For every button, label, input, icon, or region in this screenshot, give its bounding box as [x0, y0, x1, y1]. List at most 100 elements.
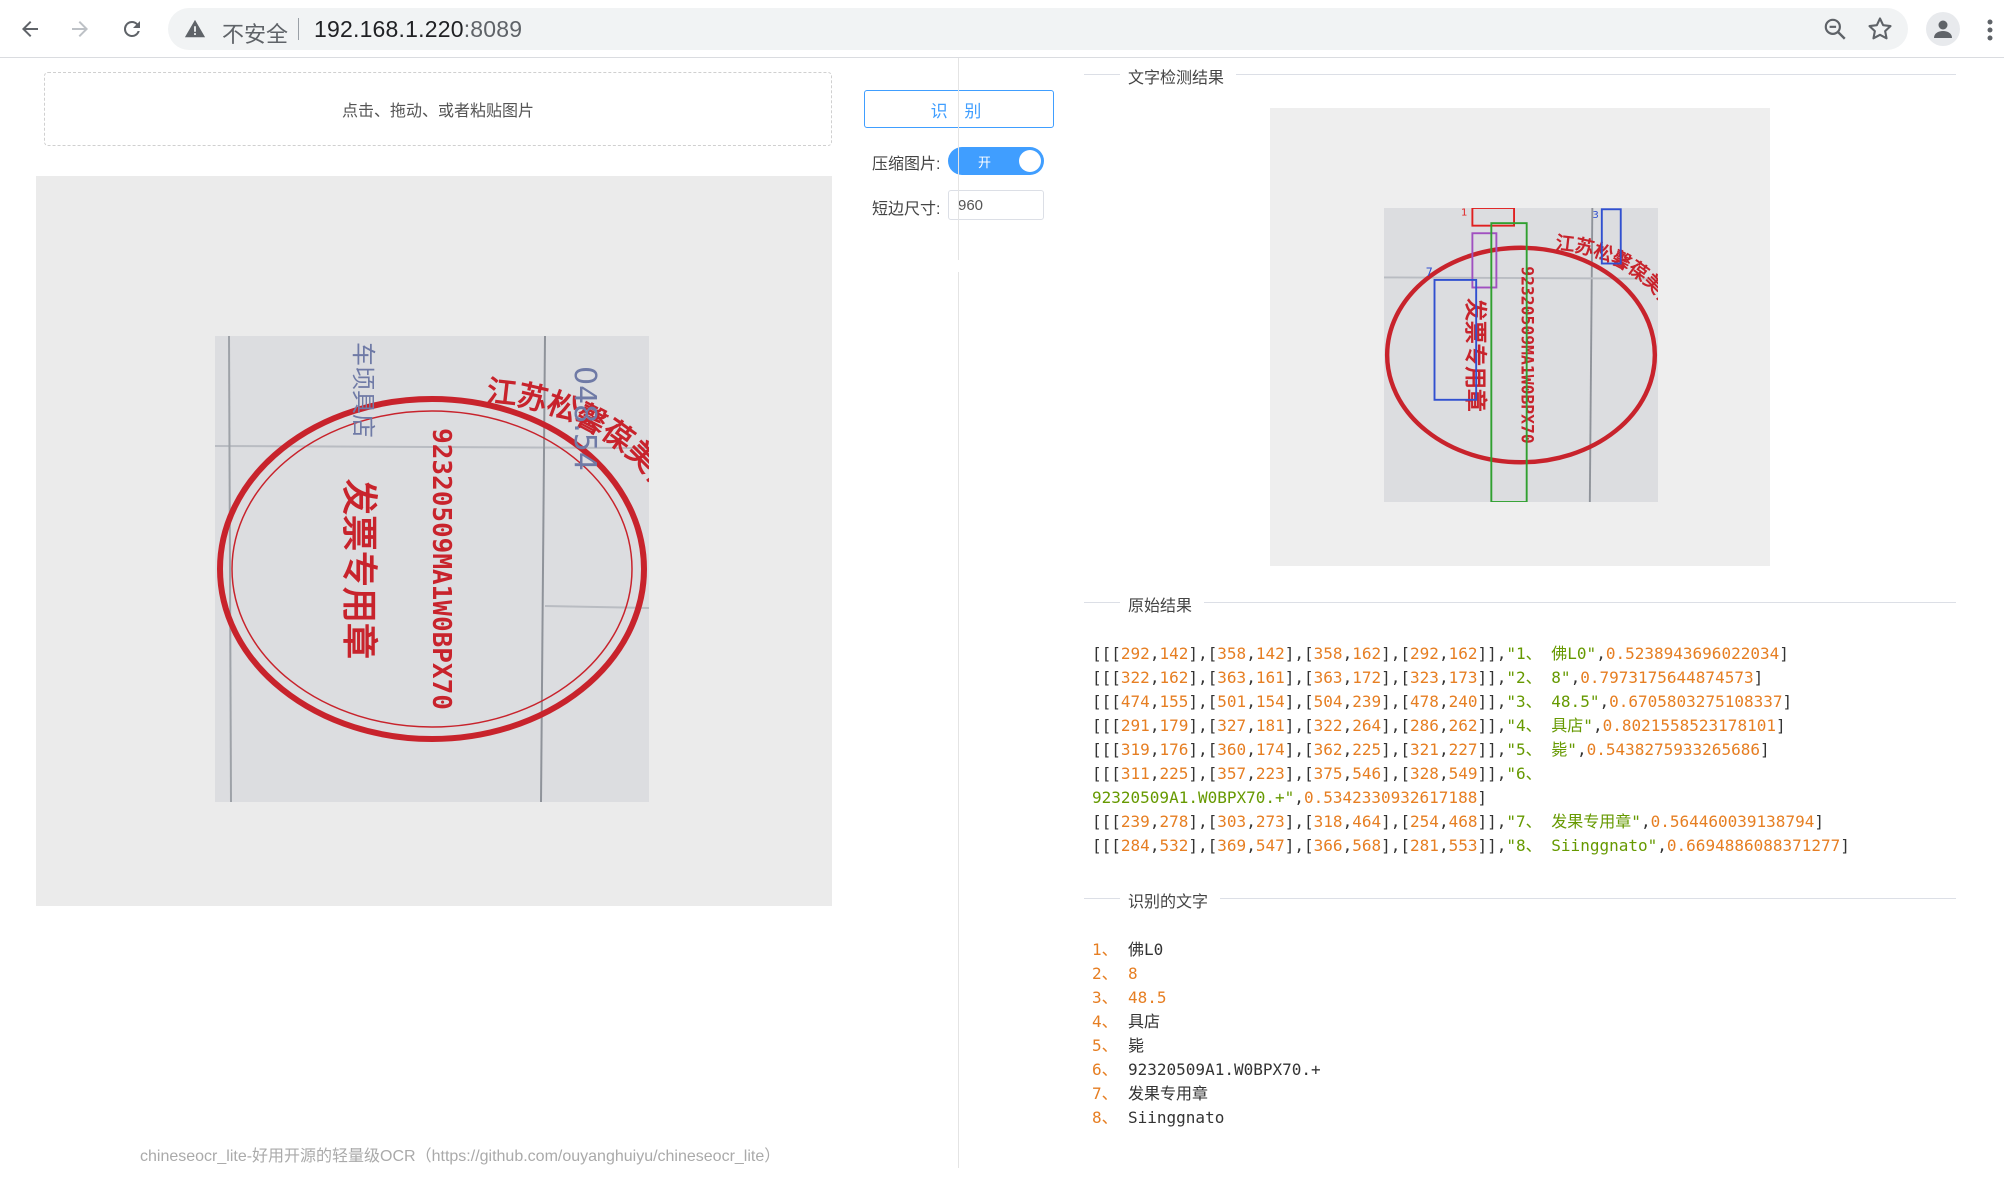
stamp-invoice: 发票专用章	[338, 479, 380, 659]
item-index: 1、	[1092, 940, 1118, 959]
back-button[interactable]	[12, 11, 48, 47]
detect-label-3: 3	[1592, 210, 1598, 221]
warning-icon	[184, 19, 206, 38]
stamp-image: 江苏松馨葆美百货有限公司 92320509MA1W0BPX70 发票专用章 04…	[215, 336, 649, 802]
toggle-knob	[1019, 150, 1041, 172]
raw-text: "3、 48.5"	[1506, 692, 1600, 711]
raw-coord: 311	[1120, 764, 1150, 783]
detection-thumbnail: 江苏松馨葆美百货有限公司 92320509MA1W0BPX70 发票专用章 1 …	[1384, 208, 1658, 502]
raw-text: "5、 毙"	[1506, 740, 1577, 759]
raw-coord: 568	[1352, 836, 1382, 855]
raw-coord: 278	[1159, 812, 1189, 831]
raw-coord: 328	[1410, 764, 1439, 783]
column-divider-top	[958, 58, 959, 260]
raw-text: 92320509A1.W0BPX70.+"	[1092, 788, 1295, 807]
raw-score: 0.564460039138794	[1650, 812, 1815, 831]
upload-dropzone[interactable]: 点击、拖动、或者粘贴图片	[44, 72, 832, 146]
item-index: 5、	[1092, 1036, 1118, 1055]
raw-coord: 176	[1159, 740, 1189, 759]
raw-coord: 254	[1410, 812, 1439, 831]
item-text: 8	[1128, 964, 1138, 983]
column-divider	[958, 272, 959, 1168]
item-index: 2、	[1092, 964, 1118, 983]
bookmark-star-icon[interactable]	[1866, 15, 1894, 43]
raw-coord: 162	[1352, 644, 1382, 663]
item-text: 48.5	[1128, 988, 1167, 1007]
compress-toggle[interactable]: 开	[948, 147, 1044, 175]
short-side-input[interactable]	[948, 190, 1044, 220]
footer-text: chineseocr_lite-好用开源的轻量级OCR（https://gith…	[140, 1148, 781, 1165]
stamp-photo: 江苏松馨葆美百货有限公司 92320509MA1W0BPX70 发票专用章 04…	[215, 336, 649, 802]
raw-coord: 303	[1217, 812, 1247, 831]
raw-coord: 501	[1217, 692, 1247, 711]
raw-coord: 225	[1352, 740, 1382, 759]
raw-coord: 262	[1448, 716, 1478, 735]
arrow-right-icon	[72, 21, 88, 37]
raw-coord: 292	[1410, 644, 1439, 663]
text-section-title: 识别的文字	[1084, 888, 1956, 912]
item-index: 3、	[1092, 988, 1118, 1007]
recognize-button[interactable]: 识 别	[864, 90, 1054, 128]
recognized-text-item: 3、 48.5	[1092, 986, 1321, 1010]
raw-coord: 240	[1448, 692, 1478, 711]
url-text[interactable]: 192.168.1.220:8089	[314, 16, 522, 43]
item-index: 8、	[1092, 1108, 1118, 1127]
raw-coord: 464	[1352, 812, 1382, 831]
raw-score: 0.6705803275108337	[1609, 692, 1783, 711]
raw-coord: 366	[1313, 836, 1343, 855]
raw-text: "8、 Siinggnato"	[1506, 836, 1658, 855]
raw-coord: 142	[1255, 644, 1285, 663]
raw-coord: 239	[1120, 812, 1150, 831]
raw-section-title: 原始结果	[1084, 592, 1956, 616]
compress-toggle-text: 开	[978, 155, 992, 170]
recognized-text-item: 5、毙	[1092, 1034, 1321, 1058]
raw-score: 0.5342330932617188	[1303, 788, 1478, 807]
raw-coord: 327	[1217, 716, 1247, 735]
raw-coord: 478	[1410, 692, 1439, 711]
profile-avatar[interactable]	[1926, 12, 1960, 46]
recognized-text-list: 1、 佛L0 2、 8 3、 48.5 4、 具店 5、毙 6、 92320509A1.W0BPX7…	[1092, 938, 1321, 1130]
address-bar[interactable]: 不安全 192.168.1.220:8089	[168, 8, 1908, 50]
person-icon	[1934, 20, 1952, 38]
forward-button[interactable]	[62, 11, 98, 47]
item-text: 具店	[1128, 1012, 1161, 1031]
raw-coord: 281	[1410, 836, 1439, 855]
raw-coord: 323	[1410, 668, 1439, 687]
raw-coord: 174	[1255, 740, 1285, 759]
url-port: :8089	[463, 16, 523, 42]
raw-result-line: [[[284,532],[369,547],[366,568],[281,553…	[1092, 836, 1850, 855]
detection-result-image: 江苏松馨葆美百货有限公司 92320509MA1W0BPX70 发票专用章 1 …	[1270, 108, 1770, 566]
raw-coord: 155	[1159, 692, 1189, 711]
item-index: 6、	[1092, 1060, 1118, 1079]
browser-toolbar: 不安全 192.168.1.220:8089	[0, 0, 2004, 58]
raw-coord: 172	[1352, 668, 1382, 687]
stamp-invoice-thumb: 发票专用章	[1461, 297, 1488, 412]
raw-result-line: [[[291,179],[327,181],[322,264],[286,262…	[1092, 716, 1786, 735]
item-text: 毙	[1128, 1036, 1145, 1055]
raw-coord: 546	[1352, 764, 1382, 783]
more-menu-icon[interactable]	[1980, 14, 2000, 46]
zoom-icon[interactable]	[1822, 16, 1848, 42]
raw-coord: 363	[1217, 668, 1247, 687]
reload-button[interactable]	[114, 11, 150, 47]
raw-text: "1、 佛L0"	[1506, 644, 1597, 663]
raw-result-line: [[[322,162],[363,161],[363,172],[323,173…	[1092, 668, 1764, 687]
raw-coord: 504	[1313, 692, 1343, 711]
raw-coord: 161	[1255, 668, 1285, 687]
raw-coord: 322	[1313, 716, 1343, 735]
detect-section-title: 文字检测结果	[1084, 64, 1956, 88]
item-index: 4、	[1092, 1012, 1118, 1031]
raw-coord: 227	[1448, 740, 1478, 759]
raw-coord: 239	[1352, 692, 1382, 711]
raw-coord: 286	[1410, 716, 1439, 735]
detection-svg: 江苏松馨葆美百货有限公司 92320509MA1W0BPX70 发票专用章 1 …	[1384, 208, 1658, 502]
raw-result-line: [[[239,278],[303,273],[318,464],[254,468…	[1092, 812, 1824, 831]
raw-coord: 142	[1159, 644, 1189, 663]
omnibox-separator	[298, 18, 299, 40]
raw-text: "6、	[1506, 764, 1542, 783]
raw-score: 0.6694886088371277	[1666, 836, 1841, 855]
upload-hint: 点击、拖动、或者粘贴图片	[341, 103, 534, 120]
detect-label-7: 7	[1426, 265, 1433, 279]
raw-coord: 322	[1120, 668, 1150, 687]
insecure-label: 不安全	[222, 22, 289, 47]
